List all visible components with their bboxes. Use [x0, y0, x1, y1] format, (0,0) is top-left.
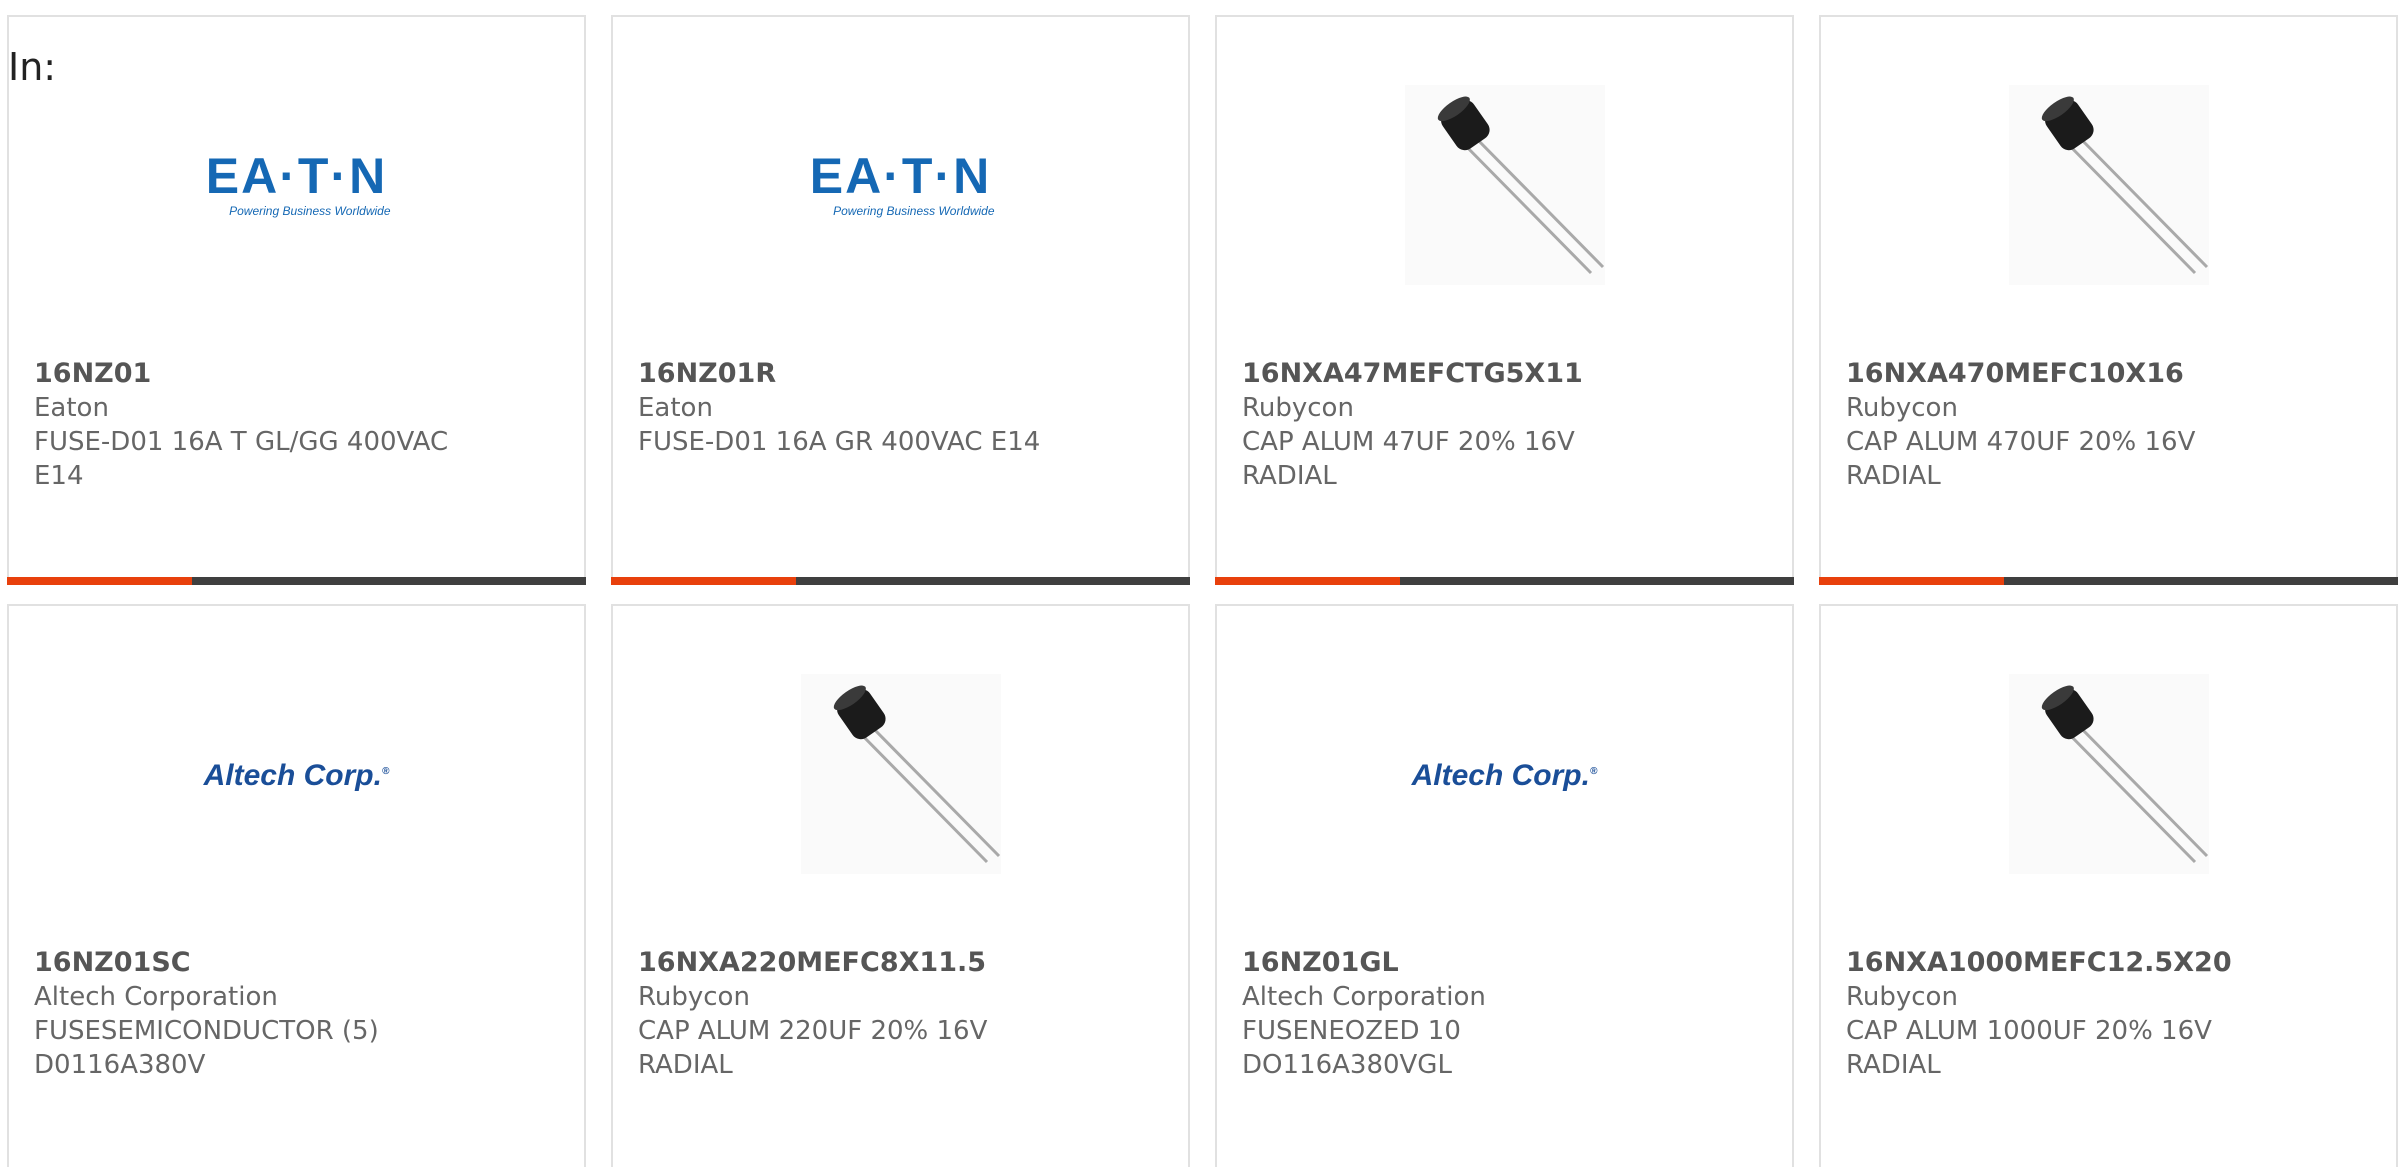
product-image [1821, 664, 2396, 884]
part-number[interactable]: 16NZ01 [34, 357, 559, 391]
product-card[interactable]: 16NXA1000MEFC12.5X20 Rubycon CAP ALUM 10… [1819, 604, 2398, 1167]
altech-logo: Altech Corp.® [1411, 759, 1598, 792]
description: FUSENEOZED 10 DO116A380VGL [1242, 1016, 1461, 1080]
product-card[interactable]: 16NXA220MEFC8X11.5 Rubycon CAP ALUM 220U… [611, 604, 1190, 1167]
manufacturer: Eaton [638, 393, 713, 423]
product-image [1217, 75, 1792, 295]
part-number[interactable]: 16NXA1000MEFC12.5X20 [1846, 946, 2371, 980]
manufacturer: Altech Corporation [34, 982, 278, 1012]
description: CAP ALUM 220UF 20% 16V RADIAL [638, 1016, 988, 1080]
product-image [1821, 75, 2396, 295]
in-label: In: [8, 45, 57, 89]
manufacturer: Rubycon [1846, 982, 1958, 1012]
manufacturer: Rubycon [1242, 393, 1354, 423]
progress-bar [1215, 577, 1794, 585]
product-card[interactable]: EA·T·N Powering Business Worldwide 16NZ0… [611, 15, 1190, 585]
progress-fill [611, 577, 797, 585]
manufacturer: Rubycon [1846, 393, 1958, 423]
manufacturer: Altech Corporation [1242, 982, 1486, 1012]
description: FUSESEMICONDUCTOR (5) D0116A380V [34, 1016, 379, 1080]
product-image: Altech Corp.® [9, 664, 584, 884]
product-image: EA·T·N Powering Business Worldwide [613, 75, 1188, 295]
product-card[interactable]: EA·T·N Powering Business Worldwide 16NZ0… [7, 15, 586, 585]
manufacturer: Rubycon [638, 982, 750, 1012]
product-card[interactable]: Altech Corp.® 16NZ01GL Altech Corporatio… [1215, 604, 1794, 1167]
capacitor-image [800, 674, 1001, 874]
product-card[interactable]: 16NXA47MEFCTG5X11 Rubycon CAP ALUM 47UF … [1215, 15, 1794, 585]
product-image: EA·T·N Powering Business Worldwide [9, 75, 584, 295]
eaton-logo: EA·T·N Powering Business Worldwide [809, 148, 995, 218]
product-card[interactable]: Altech Corp.® 16NZ01SC Altech Corporatio… [7, 604, 586, 1167]
description: FUSE-D01 16A GR 400VAC E14 [638, 427, 1041, 457]
part-number[interactable]: 16NZ01GL [1242, 946, 1767, 980]
progress-bar [611, 577, 1190, 585]
description: CAP ALUM 470UF 20% 16V RADIAL [1846, 427, 2196, 491]
description: CAP ALUM 47UF 20% 16V RADIAL [1242, 427, 1575, 491]
capacitor-image [2008, 85, 2209, 285]
progress-fill [7, 577, 193, 585]
part-number[interactable]: 16NXA470MEFC10X16 [1846, 357, 2371, 391]
product-image [613, 664, 1188, 884]
description: FUSE-D01 16A T GL/GG 400VAC E14 [34, 427, 449, 491]
progress-fill [1819, 577, 2005, 585]
product-grid-page: In: EA·T·N Powering Business Worldwide 1… [0, 0, 2400, 1167]
progress-fill [1215, 577, 1401, 585]
capacitor-image [1404, 85, 1605, 285]
part-number[interactable]: 16NZ01R [638, 357, 1163, 391]
eaton-logo: EA·T·N Powering Business Worldwide [205, 148, 391, 218]
part-number[interactable]: 16NXA220MEFC8X11.5 [638, 946, 1163, 980]
progress-bar [1819, 577, 2398, 585]
part-number[interactable]: 16NXA47MEFCTG5X11 [1242, 357, 1767, 391]
progress-bar [7, 577, 586, 585]
part-number[interactable]: 16NZ01SC [34, 946, 559, 980]
product-image: Altech Corp.® [1217, 664, 1792, 884]
manufacturer: Eaton [34, 393, 109, 423]
capacitor-image [2008, 674, 2209, 874]
product-card[interactable]: 16NXA470MEFC10X16 Rubycon CAP ALUM 470UF… [1819, 15, 2398, 585]
description: CAP ALUM 1000UF 20% 16V RADIAL [1846, 1016, 2212, 1080]
altech-logo: Altech Corp.® [203, 759, 390, 792]
